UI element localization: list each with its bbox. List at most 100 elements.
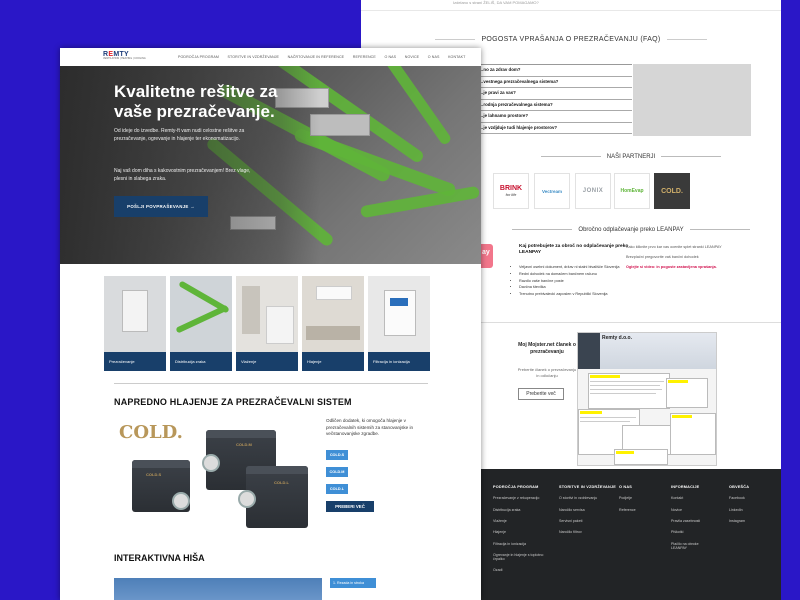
category-image <box>302 276 364 352</box>
faq-item[interactable]: …je lahnamo prostore? <box>477 111 632 123</box>
hero-text: Naj vaš dom diha s kakovostnim prezračev… <box>114 168 251 182</box>
text-line <box>590 385 660 386</box>
list-item: Razdlo vaše bančne poste <box>519 278 639 285</box>
leanpay-logo: ay <box>481 244 493 268</box>
top-note: Izdelano s strani ŽELIŠ, DA VAM POMAGAMO… <box>453 0 539 5</box>
category-image <box>104 276 166 352</box>
site-footer: PODROČJA PROGRAM Prezračevanje z rekuper… <box>481 469 781 600</box>
footer-heading: O NAS <box>619 485 633 489</box>
category-label: Vlaženje <box>236 352 298 371</box>
article-header-dark <box>578 333 600 369</box>
footer-link[interactable]: Filtracija in ionizacija <box>493 542 551 547</box>
footer-link[interactable]: Ozadi <box>493 568 551 573</box>
faq-item[interactable]: …rodnja prezračevalnega sistema? <box>477 100 632 111</box>
nav-item[interactable]: O NAS <box>384 55 396 59</box>
nav-item[interactable]: STORITVE IN VZDRŽEVANJE <box>228 55 280 59</box>
partner-name: HomEvap <box>620 188 644 194</box>
leanpay-side-text: Kako kliknite prvo kar vas ocenite splet… <box>626 245 722 249</box>
nav-item[interactable]: PODROČJA PROGRAM <box>178 55 219 59</box>
cold-unit-image: COLD.S <box>132 460 190 512</box>
category-card-filtracija[interactable]: Filtracija in ionizacija <box>368 276 430 371</box>
footer-heading: STORITVE IN VZDRŽEVANJE <box>559 485 616 489</box>
partner-logo-vectream[interactable]: Vectream <box>534 173 570 209</box>
remty-logo[interactable]: REMTY VENTILATION | HEATING | COOLING <box>103 51 146 60</box>
read-more-button[interactable]: PREBERI VEČ <box>326 501 374 512</box>
text-line <box>590 389 662 390</box>
footer-link[interactable]: Piškotki <box>671 530 715 535</box>
partner-logo-cold[interactable]: COLD. <box>654 173 690 209</box>
cold-option-m-button[interactable]: COLD.M <box>326 467 348 477</box>
footer-link[interactable]: Pravila zasebnosti <box>671 519 715 524</box>
partner-logo-jonix[interactable]: JONIX <box>575 173 611 209</box>
promo-read-more-button[interactable]: Preberite več <box>518 388 564 400</box>
hero-text: Od ideje do izvedbe. Remty-ft vam nudi c… <box>114 128 245 142</box>
interactive-house-image <box>114 578 322 600</box>
footer-column: STORITVE IN VZDRŽEVANJE O storitvi in vz… <box>559 485 617 543</box>
promo-subtitle: Preberite članek o prezračevanju in odlo… <box>517 367 577 378</box>
footer-link[interactable]: Distribucija zraka <box>493 508 551 513</box>
footer-heading: OBVEŠČA <box>729 485 750 489</box>
partner-logo-brink[interactable]: BRINK for life <box>493 173 529 209</box>
faq-item[interactable]: …je vzdjduje tudi hlajenje prostorov? <box>477 123 632 134</box>
leanpay-title: Obročno odplačevanje preko LEANPAY <box>481 227 781 233</box>
footer-link[interactable]: Servisni paketi <box>559 519 617 524</box>
footer-link[interactable]: Ogrevanje in hlajenje s toplotno črpalko <box>493 553 551 562</box>
footer-link[interactable]: LinkedIn <box>729 508 773 513</box>
footer-link[interactable]: Reference <box>619 508 659 513</box>
footer-link[interactable]: Instagram <box>729 519 773 524</box>
category-card-vlazenje[interactable]: Vlaženje <box>236 276 298 371</box>
cold-option-l-button[interactable]: COLD.L <box>326 484 348 494</box>
nav-item[interactable]: KONTAKT <box>448 55 465 59</box>
category-card-prezracevanje[interactable]: Prezračevanje <box>104 276 166 371</box>
footer-link[interactable]: Novice <box>671 508 715 513</box>
text-line <box>580 417 636 418</box>
footer-link[interactable]: Plačilo na obroke LEANPAY <box>671 542 715 551</box>
logo-tagline: VENTILATION | HEATING | COOLING <box>103 57 146 60</box>
article-doc <box>670 413 716 455</box>
category-card-distribucija[interactable]: Distribucija zraka <box>170 276 232 371</box>
category-image <box>368 276 430 352</box>
green-duct <box>359 185 481 219</box>
category-card-hlajenje[interactable]: Hlajenje <box>302 276 364 371</box>
leanpay-side-text: Brezplačni pregovorite vaš bančni dohode… <box>626 255 699 260</box>
category-image <box>236 276 298 352</box>
faq-item[interactable]: …je pravi za vas? <box>477 88 632 100</box>
footer-link[interactable]: Hlajenje <box>493 530 551 535</box>
highlight <box>668 380 688 383</box>
send-inquiry-button[interactable]: POŠLJI POVPRAŠEVANJE → <box>114 196 208 217</box>
cold-section-title: NAPREDNO HLAJENJE ZA PREZRAČEVALNI SISTE… <box>114 397 352 407</box>
divider <box>481 322 781 323</box>
partner-logo-homevap[interactable]: HomEvap <box>614 173 650 209</box>
category-image <box>170 276 232 352</box>
footer-link[interactable]: Podjetje <box>619 496 659 501</box>
partner-name: Vectream <box>541 188 562 194</box>
partner-name: JONIX <box>582 188 604 194</box>
nav-item[interactable]: NAČRTOVANJE IN REFERENCE <box>288 55 345 59</box>
faq-item[interactable]: …no za zdrav dom? <box>477 65 632 77</box>
text-line <box>590 381 664 382</box>
nav-item[interactable]: REFERENCE <box>353 55 376 59</box>
cold-unit-image: COLD.L <box>238 466 308 528</box>
footer-heading: INFORMACIJE <box>671 485 700 489</box>
footer-link[interactable]: Prezračevanje z rekuperacijo <box>493 496 551 501</box>
footer-link[interactable]: Kontakt <box>671 496 715 501</box>
nav-item[interactable]: O NAS <box>428 55 440 59</box>
footer-column: OBVEŠČA Facebook LinkedIn Instagram <box>729 485 773 531</box>
footer-link[interactable]: Naročilo servisa <box>559 508 617 513</box>
leanpay-video-link[interactable]: Oglejte si video: in pogoste zastavljena… <box>626 264 736 270</box>
cold-option-s-button[interactable]: COLD.S <box>326 450 348 460</box>
duct-port <box>202 454 220 472</box>
footer-link[interactable]: O storitvi in vzdrževanju <box>559 496 617 501</box>
leanpay-side-info: Kako kliknite prvo kar vas ocenite splet… <box>626 244 736 274</box>
duct-port <box>238 490 256 508</box>
footer-link[interactable]: Vlaženje <box>493 519 551 524</box>
cold-logo: COLD. <box>119 422 183 443</box>
leanpay-requirements: Veljavni osebni dokument, držav ni staln… <box>513 264 639 298</box>
faq-item[interactable]: …vestnega prezračevalnega sistema? <box>477 77 632 88</box>
leanpay-heading: Kaj potrebujete za obroč no odplačevanje… <box>519 244 629 256</box>
category-label: Distribucija zraka <box>170 352 232 371</box>
nav-item[interactable]: NOVICE <box>405 55 419 59</box>
footer-link[interactable]: Facebook <box>729 496 773 501</box>
house-step-button[interactable]: 1. Rezada in stroka <box>330 578 376 588</box>
footer-link[interactable]: Naročilo filtrov <box>559 530 617 535</box>
